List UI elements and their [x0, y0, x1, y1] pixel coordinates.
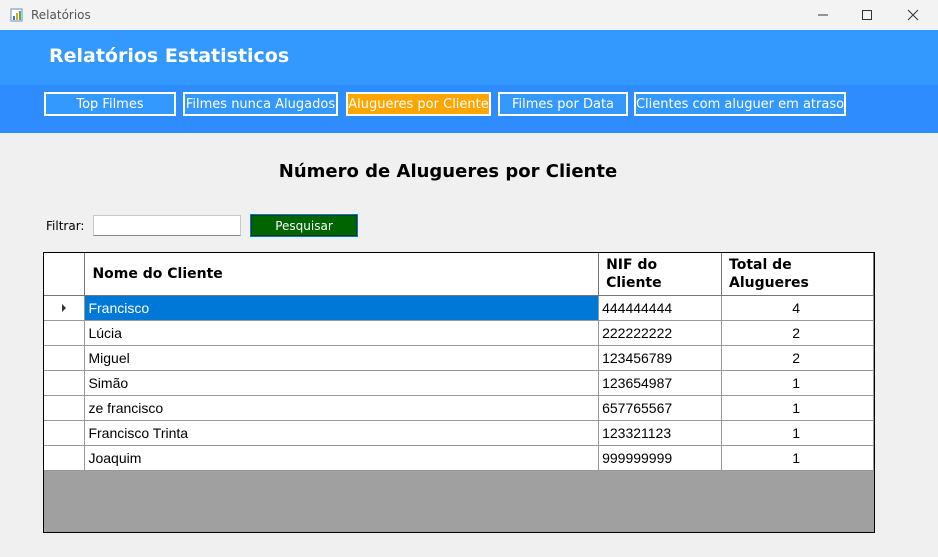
filter-input[interactable]	[93, 215, 241, 236]
table-row[interactable]: Simão 123654987 1	[44, 370, 874, 396]
tab-filmes-nunca-alugados[interactable]: Filmes nunca Alugados	[183, 92, 338, 116]
clients-data-grid[interactable]: Nome do Cliente NIF do Cliente Total de Al…	[43, 252, 875, 533]
tab-filmes-por-data[interactable]: Filmes por Data	[498, 92, 628, 116]
app-header: Relatórios Estatisticos	[0, 30, 938, 85]
cell-total[interactable]: 1	[721, 395, 874, 421]
close-icon	[907, 9, 919, 21]
cell-nif[interactable]: 123456789	[598, 345, 723, 371]
column-header-nome[interactable]: Nome do Cliente	[84, 253, 600, 296]
minimize-button[interactable]	[800, 0, 846, 30]
table-row[interactable]: Francisco 444444444 4	[44, 295, 874, 321]
row-header[interactable]	[44, 395, 86, 421]
row-header[interactable]	[44, 320, 86, 346]
window-title: Relatórios	[31, 8, 91, 22]
table-header-row: Nome do Cliente NIF do Cliente Total de Al…	[44, 253, 874, 296]
cell-total[interactable]: 1	[721, 420, 874, 446]
row-header[interactable]	[44, 295, 86, 321]
tab-clientes-aluguer-atraso[interactable]: Clientes com aluguer em atraso	[634, 92, 846, 116]
column-header-nif[interactable]: NIF do Cliente	[598, 253, 723, 296]
window-titlebar: Relatórios	[0, 0, 938, 30]
cell-nome[interactable]: Simão	[84, 370, 600, 396]
column-header-total[interactable]: Total de Alugueres	[721, 253, 874, 296]
cell-total[interactable]: 4	[721, 295, 874, 321]
table-row[interactable]: Miguel 123456789 2	[44, 345, 874, 371]
filter-label: Filtrar:	[46, 219, 85, 233]
tab-top-filmes[interactable]: Top Filmes	[44, 92, 176, 116]
maximize-button[interactable]	[844, 0, 890, 30]
cell-total[interactable]: 2	[721, 320, 874, 346]
cell-nome[interactable]: Francisco	[84, 295, 600, 321]
current-row-arrow-icon	[62, 304, 67, 312]
minimize-icon	[818, 14, 828, 16]
maximize-icon	[862, 10, 872, 20]
clients-table: Nome do Cliente NIF do Cliente Total de Al…	[44, 253, 874, 471]
cell-nome[interactable]: Francisco Trinta	[84, 420, 600, 446]
cell-nome[interactable]: Joaquim	[84, 445, 600, 471]
table-row[interactable]: ze francisco 657765567 1	[44, 395, 874, 421]
table-row[interactable]: Francisco Trinta 123321123 1	[44, 420, 874, 446]
cell-nif[interactable]: 999999999	[598, 445, 723, 471]
row-header[interactable]	[44, 420, 86, 446]
table-row[interactable]: Lúcia 222222222 2	[44, 320, 874, 346]
page-title: Relatórios Estatisticos	[49, 45, 290, 67]
cell-nome[interactable]: ze francisco	[84, 395, 600, 421]
cell-nif[interactable]: 657765567	[598, 395, 723, 421]
report-title: Número de Alugueres por Cliente	[278, 161, 618, 182]
search-button-label: Pesquisar	[251, 215, 357, 236]
search-button[interactable]: Pesquisar	[250, 214, 358, 237]
cell-nif[interactable]: 222222222	[598, 320, 723, 346]
report-navbar: Top Filmes Filmes nunca Alugados Aluguer…	[0, 85, 938, 133]
close-button[interactable]	[890, 0, 936, 30]
row-header[interactable]	[44, 370, 86, 396]
cell-nif[interactable]: 123321123	[598, 420, 723, 446]
cell-total[interactable]: 1	[721, 370, 874, 396]
tab-alugueres-por-cliente[interactable]: Alugueres por Cliente	[346, 92, 491, 116]
cell-nome[interactable]: Lúcia	[84, 320, 600, 346]
cell-total[interactable]: 2	[721, 345, 874, 371]
report-app-icon	[10, 8, 23, 22]
cell-nome[interactable]: Miguel	[84, 345, 600, 371]
cell-nif[interactable]: 444444444	[598, 295, 723, 321]
row-header-corner	[44, 253, 86, 296]
cell-total[interactable]: 1	[721, 445, 874, 471]
row-header[interactable]	[44, 345, 86, 371]
cell-nif[interactable]: 123654987	[598, 370, 723, 396]
row-header[interactable]	[44, 445, 86, 471]
table-row[interactable]: Joaquim 999999999 1	[44, 445, 874, 471]
